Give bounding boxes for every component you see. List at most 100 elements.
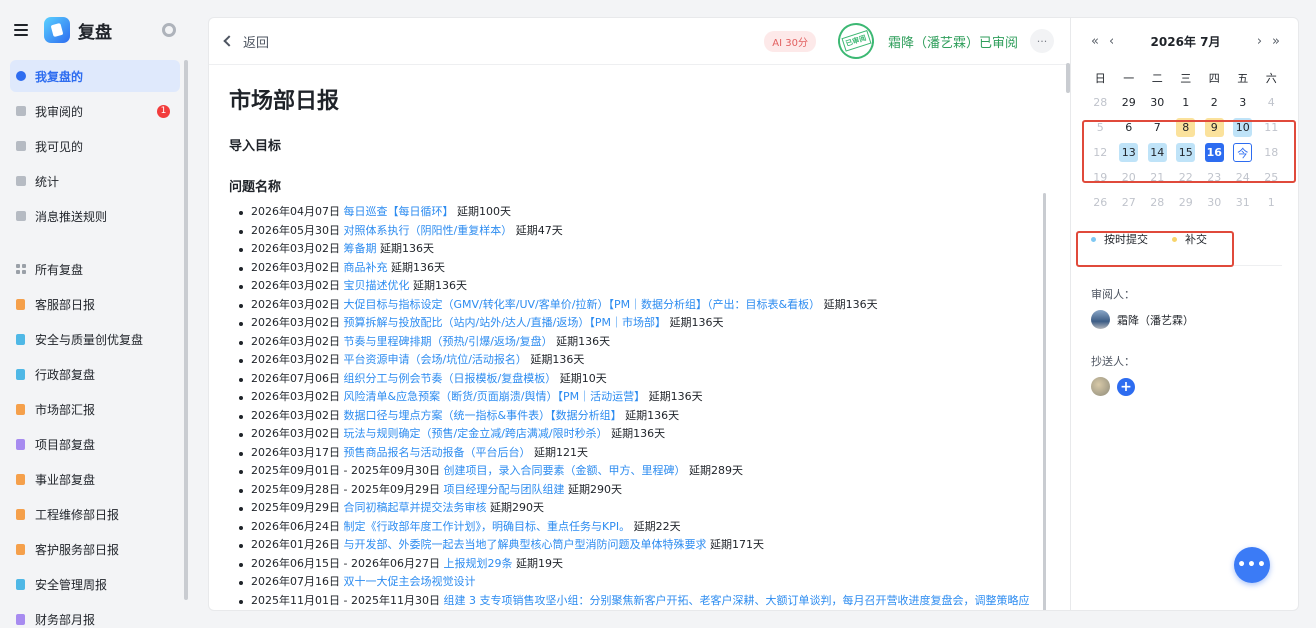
sidebar-item-all[interactable]: 所有复盘 <box>10 253 180 285</box>
task-delay: 延期136天 <box>391 260 445 274</box>
sidebar-item-2[interactable]: 我可见的 <box>10 130 180 162</box>
calendar-week: 26 27 28 29 30 31 1 <box>1086 190 1286 215</box>
list-item: 2026年07月16日 双十一大促主会场视觉设计 <box>239 573 1039 592</box>
next-month-button[interactable]: › <box>1257 34 1262 49</box>
list-item: 2026年03月02日 预算拆解与投放配比（站内/站外/达人/直播/返场）【PM… <box>239 314 1039 333</box>
task-link[interactable]: 创建项目，录入合同要素（金额、甲方、里程碑） <box>443 464 685 477</box>
avatar[interactable] <box>1091 377 1110 396</box>
document-icon <box>16 333 25 345</box>
sidebar-item-label: 安全管理周报 <box>35 577 108 592</box>
list-item: 2026年06月15日 - 2026年06月27日 上报规划29条 延期19天 <box>239 555 1039 574</box>
list-item: 2026年03月02日 玩法与规则确定（预售/定金立减/跨店满减/限时秒杀） 延… <box>239 425 1039 444</box>
list-item: 2026年03月02日 数据口径与埋点方案（统一指标&事件表）【数据分析组】 延… <box>239 407 1039 426</box>
sidebar-group-item[interactable]: 行政部复盘 <box>10 358 180 390</box>
list-item: 2025年09月28日 - 2025年09月29日 项目经理分配与团队组建 延期… <box>239 481 1039 500</box>
task-link[interactable]: 项目经理分配与团队组建 <box>443 483 564 496</box>
grid-icon <box>16 264 26 274</box>
calendar-day[interactable]: 30 <box>1143 93 1172 112</box>
task-link[interactable]: 预售商品报名与活动报备（平台后台） <box>344 446 531 459</box>
floating-more-button[interactable]: ••• <box>1234 547 1270 583</box>
task-link[interactable]: 制定《行政部年度工作计划》，明确目标、重点任务与KPI。 <box>344 520 631 533</box>
weekday-label: 日 <box>1094 71 1106 85</box>
next-year-button[interactable]: » <box>1272 34 1280 49</box>
list-item: 2026年01月26日 与开发部、外委院一起去当地了解典型核心筒户型消防问题及单… <box>239 536 1039 555</box>
task-link[interactable]: 合同初稿起草并提交法务审核 <box>344 501 487 514</box>
gear-icon[interactable] <box>162 23 176 37</box>
sidebar-nav: 我复盘的 我审阅的 1 我可见的 统计 消息推送规则 所有复盘 客服部日报 安全与质量创优复盘行… <box>0 60 190 628</box>
task-link[interactable]: 筹备期 <box>344 242 377 255</box>
calendar-day[interactable]: 30 <box>1200 193 1229 212</box>
calendar-day[interactable]: 2 <box>1200 93 1229 112</box>
task-link[interactable]: 大促目标与指标设定（GMV/转化率/UV/客单价/拉新）【PM｜数据分析组】（产… <box>344 298 821 311</box>
document-icon <box>16 438 25 450</box>
task-delay: 延期136天 <box>556 334 611 348</box>
task-date: 2026年07月16日 <box>251 575 340 588</box>
calendar-day[interactable]: 4 <box>1257 93 1286 112</box>
task-link[interactable]: 上报规划29条 <box>443 557 512 570</box>
task-delay: 延期289天 <box>688 464 743 477</box>
content-scrollbar[interactable] <box>1043 193 1046 610</box>
sidebar-group-item[interactable]: 安全与质量创优复盘 <box>10 323 180 355</box>
calendar-day[interactable]: 1 <box>1172 93 1201 112</box>
weekday-label: 一 <box>1123 71 1135 85</box>
sidebar-group-item[interactable]: 市场部汇报 <box>10 393 180 425</box>
sidebar-item-4[interactable]: 消息推送规则 <box>10 200 180 232</box>
prev-month-button[interactable]: ‹ <box>1109 34 1114 49</box>
cc-label: 抄送人： <box>1091 355 1135 368</box>
add-cc-button[interactable]: + <box>1117 377 1135 396</box>
task-delay: 延期136天 <box>380 242 434 255</box>
document-icon <box>16 543 25 555</box>
chevron-left-icon <box>223 35 235 47</box>
sidebar-group-item[interactable]: 客服部日报 <box>10 288 180 320</box>
sidebar-group-item[interactable]: 事业部复盘 <box>10 463 180 495</box>
weekday-label: 三 <box>1180 71 1192 85</box>
sidebar-group-item[interactable]: 财务部月报 <box>10 603 180 628</box>
calendar-day[interactable]: 28 <box>1086 93 1115 112</box>
task-delay: 延期290天 <box>567 482 622 496</box>
report-panel: 返回 AI 30分 已审阅 霜降（潘艺霖）已审阅 ··· 市场部日报 导入目标 … <box>208 17 1070 611</box>
calendar-day[interactable]: 27 <box>1115 193 1144 212</box>
calendar-day[interactable]: 26 <box>1086 193 1115 212</box>
app-logo-icon <box>44 17 70 43</box>
calendar-panel: « ‹ 2026年 7月 › » 日一二三四五六 28 29 30 1 2 3 4 5 6 7 8 9 1… <box>1070 17 1299 611</box>
task-link[interactable]: 与开发部、外委院一起去当地了解典型核心筒户型消防问题及单体特殊要求 <box>344 538 707 551</box>
task-date: 2026年04月07日 <box>251 205 340 218</box>
weekday-header: 日一二三四五六 <box>1086 65 1286 90</box>
menu-icon[interactable] <box>14 24 28 36</box>
calendar-day[interactable]: 28 <box>1143 193 1172 212</box>
task-date: 2026年03月02日 <box>251 260 340 274</box>
task-link[interactable]: 节奏与里程碑排期（预热/引爆/返场/复盘） <box>344 335 553 348</box>
calendar-day[interactable]: 3 <box>1229 93 1258 112</box>
calendar-day[interactable]: 29 <box>1172 193 1201 212</box>
sidebar-group-item[interactable]: 安全管理周报 <box>10 568 180 600</box>
sidebar-item-label: 市场部汇报 <box>35 402 96 417</box>
sidebar-item-0[interactable]: 我复盘的 <box>10 60 180 92</box>
sidebar-scrollbar[interactable] <box>184 60 188 600</box>
calendar-day[interactable]: 31 <box>1229 193 1258 212</box>
report-toolbar: 返回 AI 30分 已审阅 霜降（潘艺霖）已审阅 ··· <box>209 18 1070 65</box>
task-link[interactable]: 宝贝描述优化 <box>344 279 410 292</box>
task-link[interactable]: 平台资源申请（会场/坑位/活动报名） <box>344 353 527 366</box>
back-button[interactable]: 返回 <box>223 32 269 51</box>
calendar-day[interactable]: 1 <box>1257 193 1286 212</box>
sidebar-group-item[interactable]: 工程维修部日报 <box>10 498 180 530</box>
task-link[interactable]: 风险清单&应急预案（断货/页面崩溃/舆情）【PM｜活动运营】 <box>344 390 646 403</box>
task-link[interactable]: 对照体系执行（阴阳性/重复样本） <box>344 224 513 237</box>
sidebar-group-item[interactable]: 项目部复盘 <box>10 428 180 460</box>
sidebar-item-3[interactable]: 统计 <box>10 165 180 197</box>
task-link[interactable]: 组织分工与例会节奏（日报模板/复盘模板） <box>344 372 557 385</box>
task-link[interactable]: 商品补充 <box>344 261 388 274</box>
task-link[interactable]: 玩法与规则确定（预售/定金立减/跨店满减/限时秒杀） <box>344 427 608 440</box>
document-icon <box>16 473 25 485</box>
task-link[interactable]: 双十一大促主会场视觉设计 <box>344 575 476 588</box>
task-link[interactable]: 数据口径与埋点方案（统一指标&事件表）【数据分析组】 <box>344 409 622 422</box>
weekday-label: 五 <box>1237 71 1249 85</box>
sidebar-group-item[interactable]: 客护服务部日报 <box>10 533 180 565</box>
task-link[interactable]: 预算拆解与投放配比（站内/站外/达人/直播/返场）【PM｜市场部】 <box>344 316 666 329</box>
calendar-day[interactable]: 29 <box>1115 93 1144 112</box>
more-options-button[interactable]: ··· <box>1030 29 1054 53</box>
sidebar-item-1[interactable]: 我审阅的 1 <box>10 95 180 127</box>
calendar-header: « ‹ 2026年 7月 › » <box>1071 18 1298 65</box>
task-link[interactable]: 每日巡查【每日循环】 <box>344 205 454 218</box>
prev-year-button[interactable]: « <box>1091 34 1099 49</box>
